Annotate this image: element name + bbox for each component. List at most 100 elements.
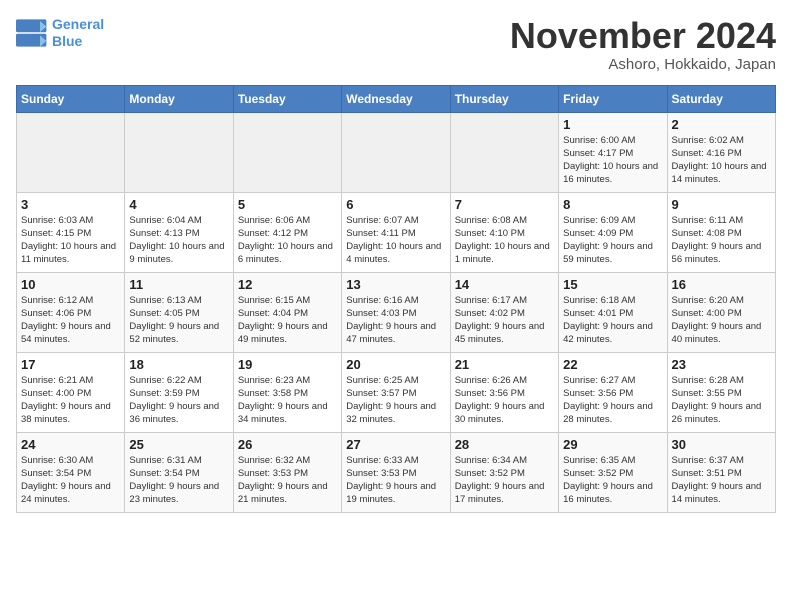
day-number: 2 (672, 117, 771, 132)
day-header-sunday: Sunday (17, 85, 125, 112)
day-number: 23 (672, 357, 771, 372)
page-header: General Blue November 2024 Ashoro, Hokka… (16, 16, 776, 73)
calendar-cell: 8 Sunrise: 6:09 AM Sunset: 4:09 PM Daylig… (559, 192, 667, 272)
calendar-cell: 9 Sunrise: 6:11 AM Sunset: 4:08 PM Daylig… (667, 192, 775, 272)
day-header-tuesday: Tuesday (233, 85, 341, 112)
day-info: Sunrise: 6:11 AM Sunset: 4:08 PM Dayligh… (672, 214, 771, 267)
day-info: Sunrise: 6:25 AM Sunset: 3:57 PM Dayligh… (346, 374, 445, 427)
day-number: 29 (563, 437, 662, 452)
day-number: 20 (346, 357, 445, 372)
day-number: 30 (672, 437, 771, 452)
calendar-cell: 18 Sunrise: 6:22 AM Sunset: 3:59 PM Dayli… (125, 352, 233, 432)
day-info: Sunrise: 6:17 AM Sunset: 4:02 PM Dayligh… (455, 294, 554, 347)
day-info: Sunrise: 6:30 AM Sunset: 3:54 PM Dayligh… (21, 454, 120, 507)
day-number: 1 (563, 117, 662, 132)
calendar-cell: 23 Sunrise: 6:28 AM Sunset: 3:55 PM Dayli… (667, 352, 775, 432)
day-info: Sunrise: 6:03 AM Sunset: 4:15 PM Dayligh… (21, 214, 120, 267)
location-subtitle: Ashoro, Hokkaido, Japan (510, 56, 776, 73)
calendar-cell: 16Sunrise: 6:20 AM Sunset: 4:00 PM Dayli… (667, 272, 775, 352)
calendar-week-4: 17Sunrise: 6:21 AM Sunset: 4:00 PM Dayli… (17, 352, 776, 432)
calendar-cell: 12 Sunrise: 6:15 AM Sunset: 4:04 PM Dayli… (233, 272, 341, 352)
calendar-header: SundayMondayTuesdayWednesdayThursdayFrid… (17, 85, 776, 112)
calendar-cell: 1Sunrise: 6:00 AM Sunset: 4:17 PM Daylig… (559, 112, 667, 192)
calendar-cell (125, 112, 233, 192)
day-info: Sunrise: 6:07 AM Sunset: 4:11 PM Dayligh… (346, 214, 445, 267)
calendar-cell: 22 Sunrise: 6:27 AM Sunset: 3:56 PM Dayli… (559, 352, 667, 432)
day-info: Sunrise: 6:28 AM Sunset: 3:55 PM Dayligh… (672, 374, 771, 427)
days-of-week-row: SundayMondayTuesdayWednesdayThursdayFrid… (17, 85, 776, 112)
calendar-cell: 3 Sunrise: 6:03 AM Sunset: 4:15 PM Daylig… (17, 192, 125, 272)
day-number: 27 (346, 437, 445, 452)
day-number: 10 (21, 277, 120, 292)
calendar-cell: 21 Sunrise: 6:26 AM Sunset: 3:56 PM Dayli… (450, 352, 558, 432)
day-number: 11 (129, 277, 228, 292)
day-number: 25 (129, 437, 228, 452)
calendar-cell: 27 Sunrise: 6:33 AM Sunset: 3:53 PM Dayli… (342, 432, 450, 512)
day-number: 13 (346, 277, 445, 292)
day-info: Sunrise: 6:12 AM Sunset: 4:06 PM Dayligh… (21, 294, 120, 347)
day-info: Sunrise: 6:23 AM Sunset: 3:58 PM Dayligh… (238, 374, 337, 427)
calendar-week-1: 1Sunrise: 6:00 AM Sunset: 4:17 PM Daylig… (17, 112, 776, 192)
day-number: 19 (238, 357, 337, 372)
day-number: 9 (672, 197, 771, 212)
day-info: Sunrise: 6:16 AM Sunset: 4:03 PM Dayligh… (346, 294, 445, 347)
calendar-cell: 30Sunrise: 6:37 AM Sunset: 3:51 PM Dayli… (667, 432, 775, 512)
day-number: 3 (21, 197, 120, 212)
day-info: Sunrise: 6:33 AM Sunset: 3:53 PM Dayligh… (346, 454, 445, 507)
calendar-week-3: 10 Sunrise: 6:12 AM Sunset: 4:06 PM Dayli… (17, 272, 776, 352)
month-title: November 2024 (510, 16, 776, 56)
calendar-week-2: 3 Sunrise: 6:03 AM Sunset: 4:15 PM Daylig… (17, 192, 776, 272)
calendar-cell: 24 Sunrise: 6:30 AM Sunset: 3:54 PM Dayli… (17, 432, 125, 512)
day-header-wednesday: Wednesday (342, 85, 450, 112)
day-info: Sunrise: 6:13 AM Sunset: 4:05 PM Dayligh… (129, 294, 228, 347)
calendar-table: SundayMondayTuesdayWednesdayThursdayFrid… (16, 85, 776, 513)
calendar-cell (450, 112, 558, 192)
day-info: Sunrise: 6:35 AM Sunset: 3:52 PM Dayligh… (563, 454, 662, 507)
calendar-cell: 15Sunrise: 6:18 AM Sunset: 4:01 PM Dayli… (559, 272, 667, 352)
day-number: 15 (563, 277, 662, 292)
day-info: Sunrise: 6:26 AM Sunset: 3:56 PM Dayligh… (455, 374, 554, 427)
day-info: Sunrise: 6:02 AM Sunset: 4:16 PM Dayligh… (672, 134, 771, 187)
calendar-cell (233, 112, 341, 192)
day-info: Sunrise: 6:09 AM Sunset: 4:09 PM Dayligh… (563, 214, 662, 267)
calendar-cell: 10 Sunrise: 6:12 AM Sunset: 4:06 PM Dayli… (17, 272, 125, 352)
day-info: Sunrise: 6:15 AM Sunset: 4:04 PM Dayligh… (238, 294, 337, 347)
calendar-cell: 14Sunrise: 6:17 AM Sunset: 4:02 PM Dayli… (450, 272, 558, 352)
day-info: Sunrise: 6:22 AM Sunset: 3:59 PM Dayligh… (129, 374, 228, 427)
day-number: 26 (238, 437, 337, 452)
calendar-cell: 2 Sunrise: 6:02 AM Sunset: 4:16 PM Daylig… (667, 112, 775, 192)
calendar-cell: 13 Sunrise: 6:16 AM Sunset: 4:03 PM Dayli… (342, 272, 450, 352)
calendar-cell (17, 112, 125, 192)
day-number: 24 (21, 437, 120, 452)
day-number: 22 (563, 357, 662, 372)
day-number: 12 (238, 277, 337, 292)
calendar-cell: 20 Sunrise: 6:25 AM Sunset: 3:57 PM Dayli… (342, 352, 450, 432)
day-header-saturday: Saturday (667, 85, 775, 112)
day-number: 18 (129, 357, 228, 372)
day-number: 5 (238, 197, 337, 212)
logo-text: General Blue (52, 16, 104, 50)
day-number: 17 (21, 357, 120, 372)
calendar-cell: 17Sunrise: 6:21 AM Sunset: 4:00 PM Dayli… (17, 352, 125, 432)
calendar-cell: 29 Sunrise: 6:35 AM Sunset: 3:52 PM Dayli… (559, 432, 667, 512)
day-info: Sunrise: 6:31 AM Sunset: 3:54 PM Dayligh… (129, 454, 228, 507)
day-number: 6 (346, 197, 445, 212)
calendar-body: 1Sunrise: 6:00 AM Sunset: 4:17 PM Daylig… (17, 112, 776, 512)
calendar-cell: 25 Sunrise: 6:31 AM Sunset: 3:54 PM Dayli… (125, 432, 233, 512)
logo-icon (16, 19, 48, 47)
day-number: 28 (455, 437, 554, 452)
day-info: Sunrise: 6:04 AM Sunset: 4:13 PM Dayligh… (129, 214, 228, 267)
day-number: 21 (455, 357, 554, 372)
day-info: Sunrise: 6:34 AM Sunset: 3:52 PM Dayligh… (455, 454, 554, 507)
day-info: Sunrise: 6:06 AM Sunset: 4:12 PM Dayligh… (238, 214, 337, 267)
day-number: 16 (672, 277, 771, 292)
calendar-week-5: 24 Sunrise: 6:30 AM Sunset: 3:54 PM Dayli… (17, 432, 776, 512)
day-info: Sunrise: 6:08 AM Sunset: 4:10 PM Dayligh… (455, 214, 554, 267)
calendar-cell (342, 112, 450, 192)
logo-line1: General (52, 16, 104, 32)
calendar-cell: 11 Sunrise: 6:13 AM Sunset: 4:05 PM Dayli… (125, 272, 233, 352)
day-number: 4 (129, 197, 228, 212)
day-info: Sunrise: 6:27 AM Sunset: 3:56 PM Dayligh… (563, 374, 662, 427)
calendar-cell: 26Sunrise: 6:32 AM Sunset: 3:53 PM Dayli… (233, 432, 341, 512)
day-number: 8 (563, 197, 662, 212)
